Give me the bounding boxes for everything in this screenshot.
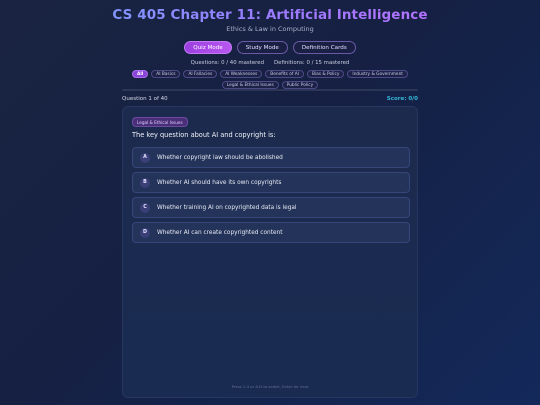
questions-mastered: Questions: 0 / 40 mastered [190, 60, 264, 66]
quiz-status-bar: Question 1 of 40 Score: 0/0 [122, 96, 418, 102]
option-letter-badge: A [140, 152, 150, 163]
answer-option-d[interactable]: D Whether AI can create copyrighted cont… [132, 222, 410, 243]
option-letter-badge: B [140, 177, 150, 188]
quiz-mode-button[interactable]: Quiz Mode [184, 41, 232, 54]
answer-option-a[interactable]: A Whether copyright law should be abolis… [132, 147, 410, 168]
definition-cards-button[interactable]: Definition Cards [292, 41, 356, 54]
category-chip-bias-policy[interactable]: Bias & Policy [306, 70, 345, 78]
option-letter-badge: D [140, 227, 150, 238]
category-chip-all[interactable]: All [132, 70, 149, 78]
option-text: Whether AI can create copyrighted conten… [157, 229, 283, 236]
question-text: The key question about AI and copyright … [132, 131, 276, 139]
category-chip-benefits-of-ai[interactable]: Benefits of AI [265, 70, 304, 78]
category-chip-ai-fallacies[interactable]: AI Fallacies [183, 70, 218, 78]
option-text: Whether AI should have its own copyright… [157, 179, 282, 186]
category-chip-ai-weaknesses[interactable]: AI Weaknesses [220, 70, 263, 78]
category-badge: Legal & Ethical Issues [132, 117, 188, 127]
question-card: Legal & Ethical Issues The key question … [122, 106, 418, 398]
answer-option-c[interactable]: C Whether training AI on copyrighted dat… [132, 197, 410, 218]
page-title: CS 405 Chapter 11: Artificial Intelligen… [0, 7, 540, 23]
study-mode-button[interactable]: Study Mode [236, 41, 288, 54]
page-header: CS 405 Chapter 11: Artificial Intelligen… [0, 0, 540, 89]
category-chip-industry-government[interactable]: Industry & Government [347, 70, 408, 78]
category-filters: All AI Basics AI Fallacies AI Weaknesses… [120, 70, 420, 89]
option-text: Whether training AI on copyrighted data … [157, 204, 297, 211]
keyboard-hint: Press 1-4 or A-D to select, Enter for ne… [231, 384, 309, 389]
definitions-mastered: Definitions: 0 / 15 mastered [274, 60, 350, 66]
mode-switcher: Quiz Mode Study Mode Definition Cards [0, 41, 540, 54]
category-chip-public-policy[interactable]: Public Policy [281, 81, 319, 89]
score-display: Score: 0/0 [386, 96, 418, 102]
question-counter: Question 1 of 40 [122, 96, 168, 102]
answer-options: A Whether copyright law should be abolis… [132, 147, 410, 247]
quiz-progress-bar [122, 89, 418, 91]
page-subtitle: Ethics & Law in Computing [226, 25, 314, 33]
category-chip-legal-ethical[interactable]: Legal & Ethical Issues [221, 81, 279, 89]
answer-option-b[interactable]: B Whether AI should have its own copyrig… [132, 172, 410, 193]
option-letter-badge: C [140, 202, 150, 213]
option-text: Whether copyright law should be abolishe… [157, 154, 283, 161]
mastery-stats: Questions: 0 / 40 mastered Definitions: … [0, 60, 540, 66]
category-chip-ai-basics[interactable]: AI Basics [151, 70, 181, 78]
